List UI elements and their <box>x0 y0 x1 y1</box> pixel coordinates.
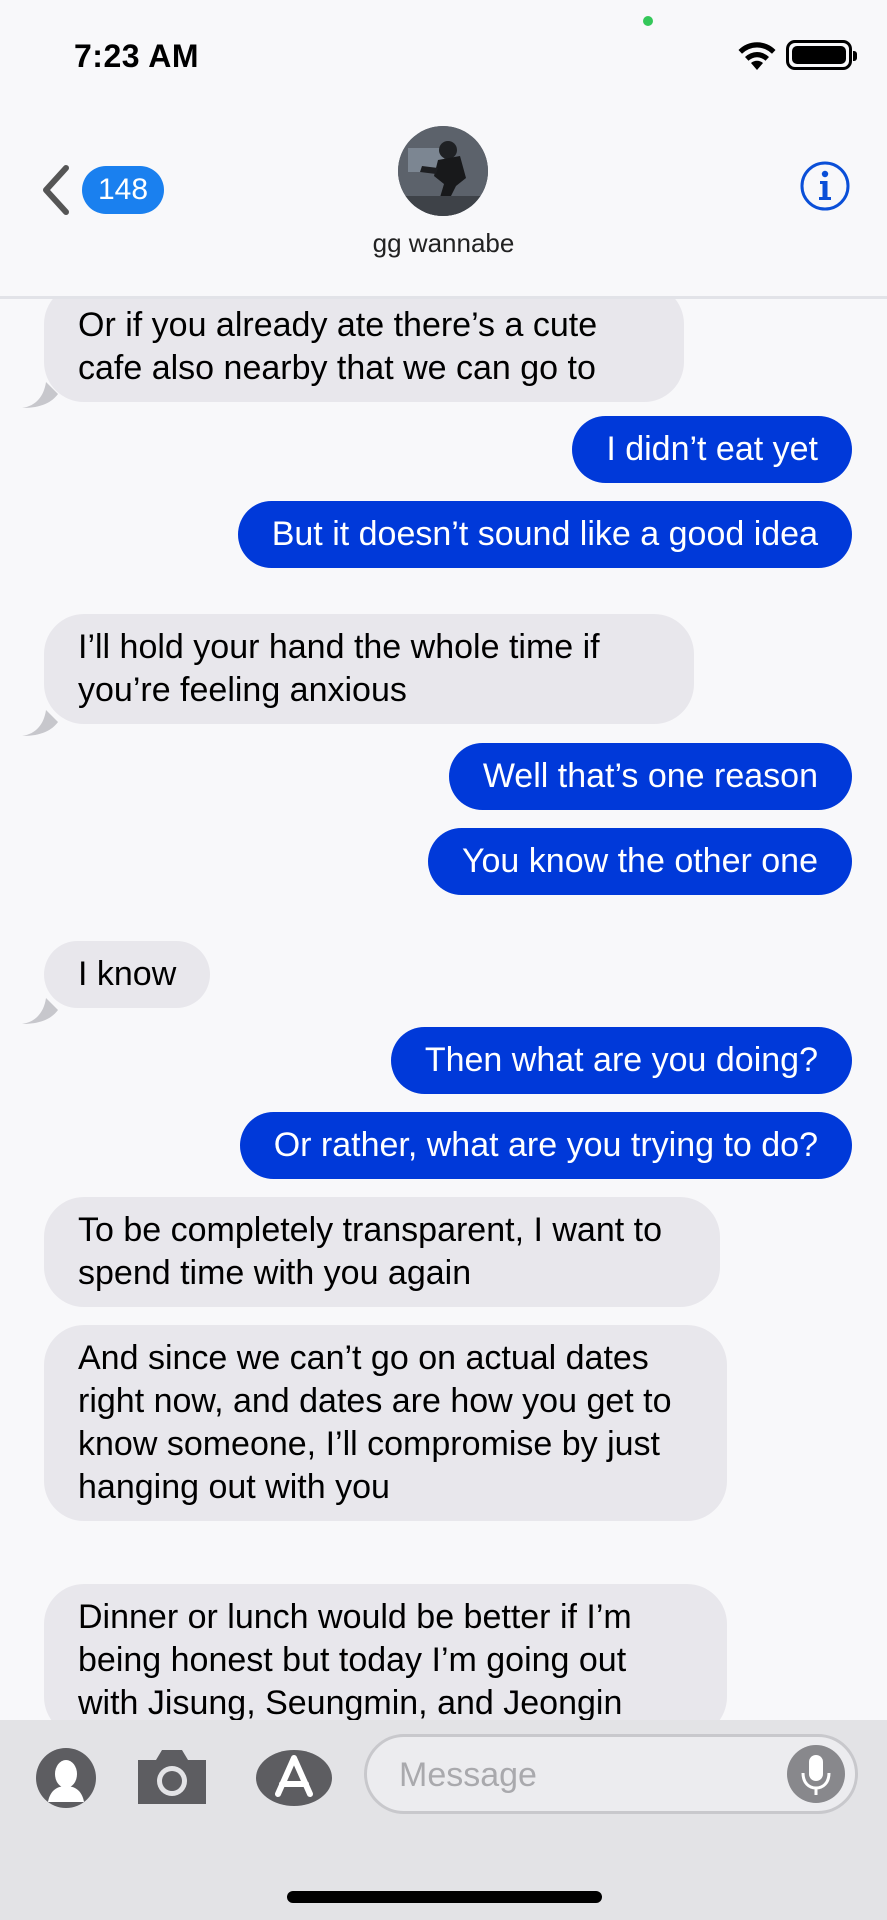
info-circle-icon[interactable] <box>799 160 851 212</box>
message-list[interactable]: Or if you already ate there’s a cute caf… <box>0 296 887 1720</box>
contact-name[interactable]: gg wannabe <box>0 228 887 259</box>
bubble-tail <box>22 998 58 1024</box>
memoji-button[interactable] <box>36 1748 96 1808</box>
microphone-icon <box>801 1755 831 1795</box>
chevron-left-icon <box>43 165 69 215</box>
contact-avatar[interactable] <box>398 126 488 216</box>
conversation-header: 148 gg wannabe <box>0 100 887 299</box>
incoming-message[interactable]: I’ll hold your hand the whole time if yo… <box>44 614 694 724</box>
person-icon <box>48 1760 84 1802</box>
appstore-icon <box>256 1750 332 1806</box>
status-time: 7:23 AM <box>74 38 200 74</box>
unread-count-badge: 148 <box>82 166 164 214</box>
dictation-button[interactable] <box>787 1745 845 1803</box>
incoming-message[interactable]: Or if you already ate there’s a cute caf… <box>44 296 684 402</box>
appstore-button[interactable] <box>254 1748 332 1808</box>
battery-icon <box>786 40 857 70</box>
avatar-photo <box>398 126 488 216</box>
camera-icon[interactable] <box>134 1746 210 1806</box>
compose-bar <box>0 1720 887 1920</box>
outgoing-message[interactable]: But it doesn’t sound like a good idea <box>237 501 852 568</box>
bubble-tail <box>22 710 58 736</box>
outgoing-message[interactable]: I didn’t eat yet <box>572 416 852 483</box>
outgoing-message[interactable]: You know the other one <box>427 828 852 895</box>
camera-indicator-dot <box>643 16 653 26</box>
incoming-message[interactable]: Dinner or lunch would be better if I’m b… <box>44 1584 727 1720</box>
home-indicator[interactable] <box>287 1891 602 1903</box>
outgoing-message[interactable]: Then what are you doing? <box>390 1027 852 1094</box>
incoming-message[interactable]: To be completely transparent, I want to … <box>44 1197 720 1307</box>
incoming-message[interactable]: And since we can’t go on actual dates ri… <box>44 1325 727 1521</box>
message-field[interactable] <box>364 1734 858 1814</box>
message-input[interactable] <box>397 1751 761 1799</box>
status-bar: 7:23 AM <box>0 0 887 100</box>
bubble-tail <box>22 382 58 408</box>
wifi-icon <box>738 42 776 70</box>
outgoing-message[interactable]: Or rather, what are you trying to do? <box>239 1112 852 1179</box>
outgoing-message[interactable]: Well that’s one reason <box>448 743 852 810</box>
back-button[interactable]: 148 <box>40 158 164 218</box>
incoming-message[interactable]: I know <box>44 941 211 1008</box>
